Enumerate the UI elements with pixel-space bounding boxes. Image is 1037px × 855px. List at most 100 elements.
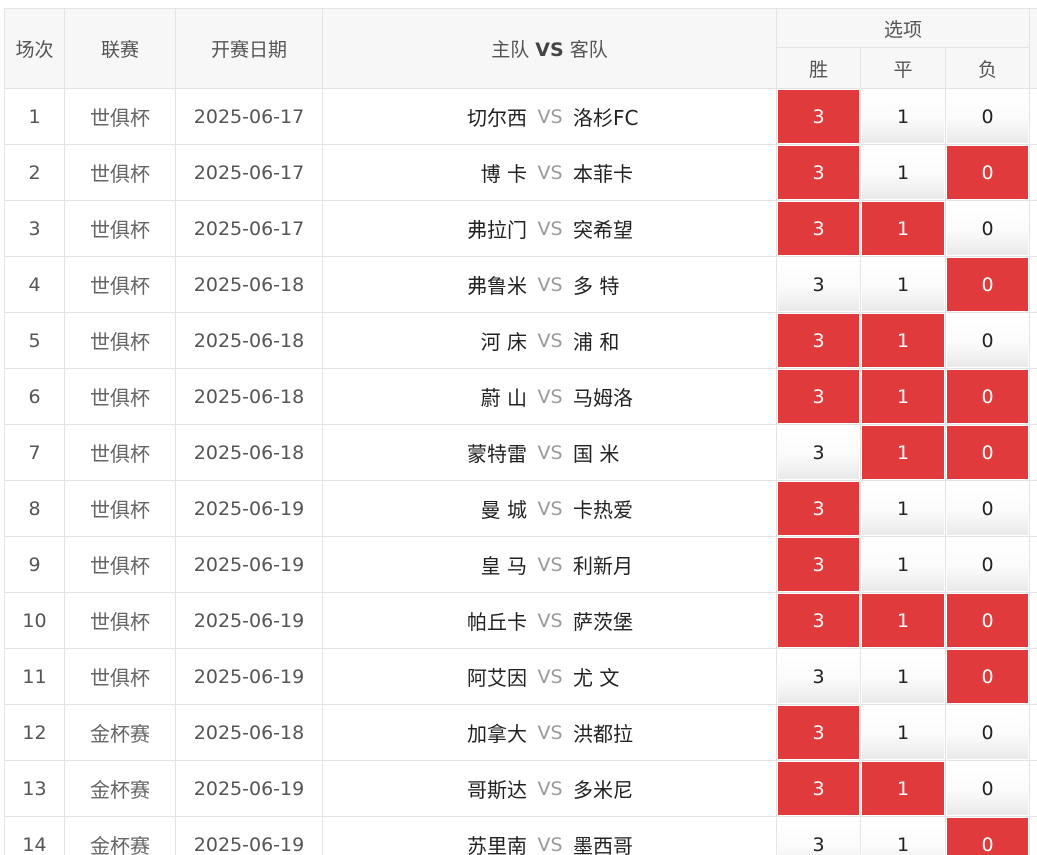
header-opt-lose: 负 <box>944 47 1031 89</box>
table-row: 10 世俱杯 2025-06-19 帕丘卡 VS 萨茨堡 3 1 0 <box>4 592 1037 649</box>
vs-label: VS <box>537 609 563 632</box>
option-draw-button[interactable]: 1 <box>862 258 944 311</box>
row-extra <box>1029 816 1037 855</box>
option-draw-button[interactable]: 1 <box>862 426 944 479</box>
row-index: 1 <box>4 88 65 145</box>
option-draw-cell: 1 <box>860 312 946 369</box>
option-draw-cell: 1 <box>860 88 946 145</box>
option-win-cell: 3 <box>776 536 861 593</box>
away-team: 国 米 <box>573 442 620 466</box>
option-win-button[interactable]: 3 <box>778 426 859 479</box>
option-win-cell: 3 <box>776 200 861 257</box>
home-team: 曼 城 <box>480 498 527 522</box>
option-win-button[interactable]: 3 <box>778 594 859 647</box>
vs-label: VS <box>537 833 563 855</box>
option-lose-button[interactable]: 0 <box>947 314 1029 367</box>
option-win-button[interactable]: 3 <box>778 818 859 855</box>
away-team: 洛杉FC <box>573 106 639 130</box>
header-away: 客队 <box>569 39 608 61</box>
option-draw-button[interactable]: 1 <box>862 818 944 855</box>
option-draw-cell: 1 <box>860 648 946 705</box>
option-lose-button[interactable]: 0 <box>947 706 1029 759</box>
option-lose-button[interactable]: 0 <box>947 594 1029 647</box>
row-extra <box>1029 648 1037 705</box>
row-league: 世俱杯 <box>64 536 176 593</box>
option-win-button[interactable]: 3 <box>778 258 859 311</box>
row-extra <box>1029 480 1037 537</box>
option-win-cell: 3 <box>776 256 861 313</box>
option-win-cell: 3 <box>776 704 861 761</box>
row-league: 世俱杯 <box>64 256 176 313</box>
option-win-button[interactable]: 3 <box>778 482 859 535</box>
option-win-button[interactable]: 3 <box>778 146 859 199</box>
row-league: 金杯赛 <box>64 704 176 761</box>
option-win-button[interactable]: 3 <box>778 202 859 255</box>
table-row: 6 世俱杯 2025-06-18 蔚 山 VS 马姆洛 3 1 0 <box>4 368 1037 425</box>
home-team: 河 床 <box>480 330 527 354</box>
option-draw-button[interactable]: 1 <box>862 202 944 255</box>
option-lose-button[interactable]: 0 <box>947 202 1029 255</box>
option-draw-cell: 1 <box>860 200 946 257</box>
option-draw-cell: 1 <box>860 256 946 313</box>
away-team: 多 特 <box>573 274 620 298</box>
option-win-button[interactable]: 3 <box>778 314 859 367</box>
away-team: 洪都拉 <box>573 722 633 746</box>
table-row: 2 世俱杯 2025-06-17 博 卡 VS 本菲卡 3 1 0 <box>4 144 1037 201</box>
option-draw-button[interactable]: 1 <box>862 146 944 199</box>
row-match: 弗拉门 VS 突希望 <box>322 200 777 257</box>
row-match: 曼 城 VS 卡热爱 <box>322 480 777 537</box>
match-table-container: 场次 联赛 开赛日期 主队 VS 客队 选项 胜 平 负 1 世俱杯 2025-06-1… <box>0 0 1037 855</box>
option-lose-button[interactable]: 0 <box>947 650 1029 703</box>
table-row: 9 世俱杯 2025-06-19 皇 马 VS 利新月 3 1 0 <box>4 536 1037 593</box>
row-index: 11 <box>4 648 65 705</box>
option-draw-button[interactable]: 1 <box>862 538 944 591</box>
option-win-cell: 3 <box>776 816 861 855</box>
option-lose-button[interactable]: 0 <box>947 258 1029 311</box>
option-win-button[interactable]: 3 <box>778 370 859 423</box>
option-draw-button[interactable]: 1 <box>862 706 944 759</box>
row-index: 13 <box>4 760 65 817</box>
option-lose-button[interactable]: 0 <box>947 370 1029 423</box>
header-home: 主队 <box>491 39 530 61</box>
option-lose-cell: 0 <box>944 704 1031 761</box>
option-win-cell: 3 <box>776 760 861 817</box>
row-date: 2025-06-18 <box>175 368 323 425</box>
home-team: 哥斯达 <box>467 778 527 802</box>
row-extra <box>1029 144 1037 201</box>
option-lose-button[interactable]: 0 <box>947 482 1029 535</box>
option-draw-button[interactable]: 1 <box>862 314 944 367</box>
option-win-button[interactable]: 3 <box>778 650 859 703</box>
option-draw-button[interactable]: 1 <box>862 90 944 143</box>
option-draw-button[interactable]: 1 <box>862 650 944 703</box>
match-table: 场次 联赛 开赛日期 主队 VS 客队 选项 胜 平 负 1 世俱杯 2025-06-1… <box>4 8 1037 855</box>
option-lose-cell: 0 <box>944 760 1031 817</box>
header-extra <box>1029 8 1037 89</box>
row-match: 皇 马 VS 利新月 <box>322 536 777 593</box>
option-win-button[interactable]: 3 <box>778 706 859 759</box>
option-draw-button[interactable]: 1 <box>862 370 944 423</box>
option-lose-cell: 0 <box>944 480 1031 537</box>
option-lose-button[interactable]: 0 <box>947 426 1029 479</box>
option-lose-button[interactable]: 0 <box>947 90 1029 143</box>
option-lose-cell: 0 <box>944 648 1031 705</box>
option-draw-button[interactable]: 1 <box>862 762 944 815</box>
option-lose-button[interactable]: 0 <box>947 538 1029 591</box>
row-date: 2025-06-17 <box>175 144 323 201</box>
vs-label: VS <box>537 665 563 688</box>
option-win-button[interactable]: 3 <box>778 90 859 143</box>
row-date: 2025-06-17 <box>175 88 323 145</box>
option-draw-button[interactable]: 1 <box>862 482 944 535</box>
row-match: 切尔西 VS 洛杉FC <box>322 88 777 145</box>
row-league: 世俱杯 <box>64 144 176 201</box>
option-lose-button[interactable]: 0 <box>947 146 1029 199</box>
option-win-button[interactable]: 3 <box>778 538 859 591</box>
option-lose-button[interactable]: 0 <box>947 762 1029 815</box>
option-win-button[interactable]: 3 <box>778 762 859 815</box>
away-team: 尤 文 <box>573 666 620 690</box>
option-draw-button[interactable]: 1 <box>862 594 944 647</box>
option-lose-cell: 0 <box>944 536 1031 593</box>
option-lose-button[interactable]: 0 <box>947 818 1029 855</box>
row-index: 4 <box>4 256 65 313</box>
away-team: 多米尼 <box>573 778 633 802</box>
header-vs: VS <box>535 39 564 61</box>
